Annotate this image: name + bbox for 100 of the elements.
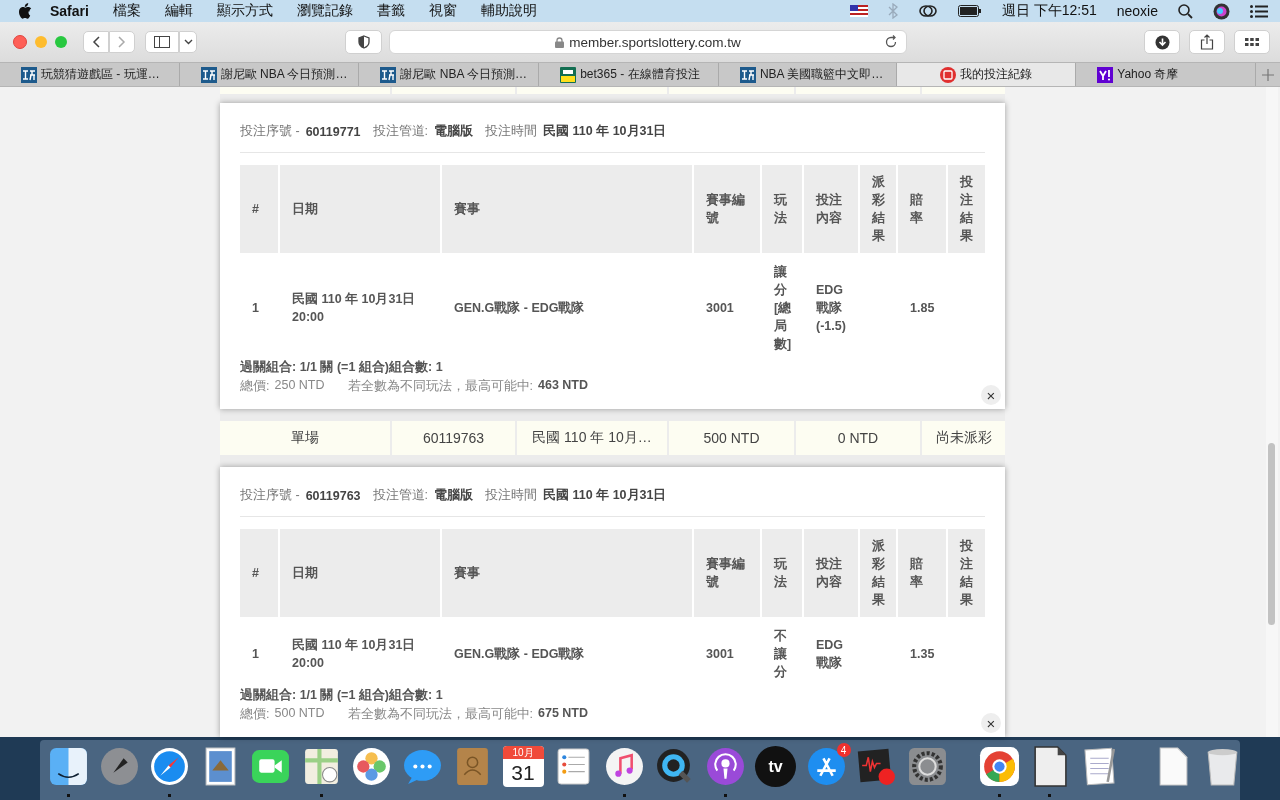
serial-number: 60119771	[305, 124, 361, 139]
browser-tab[interactable]: 謝尼歐 NBA 今日預測…	[359, 63, 540, 86]
tab-logo-icon	[1097, 66, 1114, 83]
combo-summary: 過關組合: 1/1 關 (=1 組合)組合數: 1	[240, 359, 444, 377]
dock-item[interactable]	[48, 746, 89, 798]
flower-icon[interactable]	[351, 746, 392, 787]
menu-item[interactable]: 編輯	[164, 2, 193, 20]
tab-logo-icon	[560, 66, 577, 83]
serial-number: 60119763	[305, 488, 361, 503]
column-header: 賽事	[442, 529, 692, 617]
max-win-label: 若全數為不同玩法，最高可能中:	[347, 706, 533, 723]
rocket-icon[interactable]	[98, 746, 140, 787]
total-value: 500 NTD	[274, 706, 325, 722]
table-cell-text: EDG 戰隊 (-1.5)	[815, 282, 847, 336]
table-cell-text: 3001	[705, 646, 735, 663]
smiling-face-icon[interactable]	[48, 746, 89, 787]
time-label: 投注時間	[485, 123, 538, 141]
notification-badge: 4	[836, 743, 851, 757]
reload-icon[interactable]	[884, 35, 898, 49]
summary-cell: 單場	[220, 421, 390, 455]
table-cell-text: 讓分[總局數]	[773, 264, 793, 354]
sidebar-button[interactable]	[145, 31, 179, 53]
list-icon[interactable]	[1250, 4, 1268, 18]
address-field[interactable]: member.sportslottery.com.tw	[389, 30, 907, 54]
browser-tab[interactable]: 我的投注紀錄	[896, 63, 1077, 86]
max-win-label: 若全數為不同玩法，最高可能中:	[347, 378, 533, 396]
table-cell-text: GEN.G戰隊 - EDG戰隊	[453, 646, 586, 663]
channel-value: 電腦版	[434, 487, 474, 504]
podcast-icon[interactable]	[704, 746, 746, 787]
summary-cell: 尚未派彩	[922, 421, 1005, 455]
tab-logo-icon	[21, 66, 37, 83]
menu-item[interactable]: 書籤	[376, 2, 405, 20]
max-win-value: 675 NTD	[538, 706, 589, 722]
app-menu[interactable]: Safari	[50, 3, 89, 19]
time-value: 民國 110 年 10月31日	[543, 123, 667, 141]
downloads-button[interactable]	[1144, 30, 1180, 54]
column-header: 賽事編號	[694, 529, 760, 617]
siri-icon[interactable]	[1213, 2, 1230, 20]
combo-summary: 過關組合: 1/1 關 (=1 組合)組合數: 1	[240, 687, 444, 704]
dock-item[interactable]	[978, 746, 1020, 798]
waveform-icon[interactable]	[856, 746, 897, 787]
browser-tab[interactable]: 玩競猜遊戲區 - 玩運…	[0, 63, 180, 86]
menu-item[interactable]: 顯示方式	[216, 2, 273, 20]
app-store-icon[interactable]	[805, 746, 847, 787]
column-header: 賽事	[442, 165, 692, 254]
tab-logo-icon	[200, 66, 217, 83]
user-name[interactable]: neoxie	[1116, 3, 1158, 19]
lock-icon	[555, 36, 565, 48]
browser-icon[interactable]	[978, 746, 1020, 787]
back-button[interactable]	[83, 31, 109, 53]
table-cell-text: 不讓分	[773, 628, 788, 681]
compass-icon[interactable]	[149, 746, 190, 787]
battery-icon[interactable]	[957, 5, 982, 17]
browser-tab[interactable]: bet365 - 在線體育投注	[539, 63, 719, 86]
browser-tab[interactable]: Yahoo 奇摩	[1076, 63, 1256, 86]
table-cell-text: 民國 110 年 10月31日 20:00	[291, 637, 417, 672]
share-button[interactable]	[1189, 30, 1225, 54]
max-win-value: 463 NTD	[538, 378, 589, 395]
tab-overview-button[interactable]	[1234, 30, 1270, 54]
column-header: #	[240, 529, 278, 617]
menu-item[interactable]: 視窗	[428, 2, 457, 20]
serial-label: 投注序號 -	[240, 123, 300, 141]
table-cell-text: 3001	[705, 300, 735, 318]
loop-icon[interactable]	[917, 4, 938, 18]
tab-logo-icon	[939, 66, 956, 83]
music-note-icon[interactable]	[603, 746, 645, 787]
column-header: 賽事編號	[694, 165, 760, 254]
menu-item[interactable]: 輔助說明	[480, 2, 537, 20]
close-window-button[interactable]	[13, 35, 27, 49]
menu-item[interactable]: 檔案	[112, 2, 141, 20]
dock-item[interactable]: tv	[755, 746, 796, 798]
table-cell-text: EDG 戰隊	[815, 637, 845, 672]
summary-cell: 民國 110 年 10月…	[517, 421, 667, 455]
menubar-clock[interactable]: 週日 下午12:51	[1001, 2, 1097, 20]
browser-tab[interactable]: 謝尼歐 NBA 今日預測…	[179, 63, 360, 86]
table-cell-text: 1	[251, 300, 260, 318]
column-header: 日期	[280, 165, 440, 254]
close-button[interactable]: ×	[981, 385, 1001, 406]
privacy-button[interactable]	[345, 30, 382, 54]
tv-app-icon[interactable]: tv	[755, 746, 796, 787]
channel-label: 投注管道:	[372, 487, 429, 504]
scrollbar-thumb[interactable]	[1268, 443, 1275, 625]
sidebar-menu-button[interactable]	[179, 31, 197, 53]
total-label: 總價:	[240, 378, 270, 396]
channel-label: 投注管道:	[372, 123, 429, 141]
column-header: 投注內容	[804, 529, 858, 617]
dock-item[interactable]: 10月 31	[502, 746, 544, 798]
gear-icon[interactable]	[906, 746, 948, 787]
sidebar-icon	[154, 36, 170, 48]
close-button[interactable]: ×	[981, 713, 1001, 733]
apple-logo-icon[interactable]	[18, 3, 32, 19]
calendar-icon[interactable]: 10月 31	[502, 746, 544, 787]
caret-icon	[183, 39, 193, 45]
search-icon[interactable]	[1178, 3, 1193, 19]
flag-icon[interactable]	[849, 5, 868, 17]
menu-item[interactable]: 瀏覽記錄	[296, 2, 353, 20]
column-header: 日期	[280, 529, 440, 617]
summary-cell: 60119763	[392, 421, 515, 455]
table-cell-text: 1	[251, 646, 260, 663]
browser-tab[interactable]: NBA 美國職籃中文即…	[718, 63, 897, 86]
